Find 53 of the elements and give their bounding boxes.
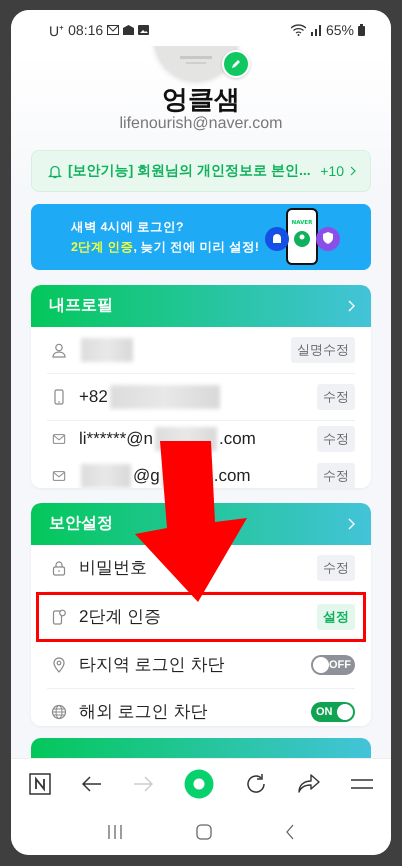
home-icon[interactable] xyxy=(196,824,212,840)
mail-icon xyxy=(107,25,120,35)
menu-icon[interactable] xyxy=(351,778,373,790)
edit-button[interactable]: 수정 xyxy=(317,554,355,581)
chevron-right-icon xyxy=(348,518,355,530)
bell-icon xyxy=(48,164,62,179)
redaction-blur xyxy=(81,338,133,362)
email-address: .com xyxy=(214,466,251,486)
phone-number: +82 xyxy=(79,386,108,407)
share-icon[interactable] xyxy=(298,774,320,794)
email-address: @g xyxy=(133,466,160,486)
battery-percent: 65% xyxy=(326,22,354,38)
profile-name: 엉클샘 xyxy=(161,84,241,114)
email-address: li******@n xyxy=(79,429,153,450)
lock-icon xyxy=(51,560,67,576)
promo-subtitle: 2단계 인증, 늦기 전에 미리 설정! xyxy=(71,239,259,256)
setting-label: 비밀번호 xyxy=(79,557,147,580)
back-icon[interactable] xyxy=(82,776,102,792)
chevron-right-icon xyxy=(350,166,356,176)
notice-count: +10 xyxy=(320,163,344,180)
redaction-blur xyxy=(81,464,131,488)
refresh-icon[interactable] xyxy=(245,773,267,795)
setup-button[interactable]: 설정 xyxy=(317,604,355,630)
promo-title: 새벽 4시에 로그인? xyxy=(71,219,185,236)
profile-email: lifenourish@naver.com xyxy=(118,114,284,134)
setting-label: 해외 로그인 차단 xyxy=(79,701,208,724)
setting-label: 2단계 인증 xyxy=(79,606,162,628)
pencil-icon xyxy=(230,58,242,70)
setting-label: 타지역 로그인 차단 xyxy=(79,654,224,676)
globe-icon xyxy=(51,704,67,720)
image-icon xyxy=(138,25,150,35)
clock: 08:16 xyxy=(68,22,104,38)
notice-text: [보안기능] 회원님의 개인정보로 본인... xyxy=(68,162,312,180)
back-icon[interactable] xyxy=(284,824,295,840)
edit-button[interactable]: 수정 xyxy=(317,463,355,488)
location-pin-icon xyxy=(51,656,67,673)
edit-button[interactable]: 수정 xyxy=(317,384,355,410)
battery-icon xyxy=(358,24,365,36)
toggle-switch[interactable]: ON xyxy=(311,702,355,722)
chevron-right-icon xyxy=(348,300,355,312)
signal-icon xyxy=(310,24,322,36)
carrier: U⁺ xyxy=(49,22,64,40)
person-icon xyxy=(51,342,67,358)
wifi-icon xyxy=(290,24,306,36)
recent-apps-icon[interactable] xyxy=(107,825,124,839)
edit-name-button[interactable]: 실명수정 xyxy=(291,336,355,363)
section-header[interactable]: 내프로필 xyxy=(31,284,371,327)
naver-home-icon[interactable] xyxy=(29,773,51,795)
notice-banner[interactable]: [보안기능] 회원님의 개인정보로 본인... +10 xyxy=(31,150,371,192)
edit-button[interactable]: 수정 xyxy=(317,426,355,452)
phone-lock-icon xyxy=(51,608,67,625)
toggle-switch[interactable]: OFF xyxy=(311,654,355,675)
email-address: .com xyxy=(218,429,256,450)
